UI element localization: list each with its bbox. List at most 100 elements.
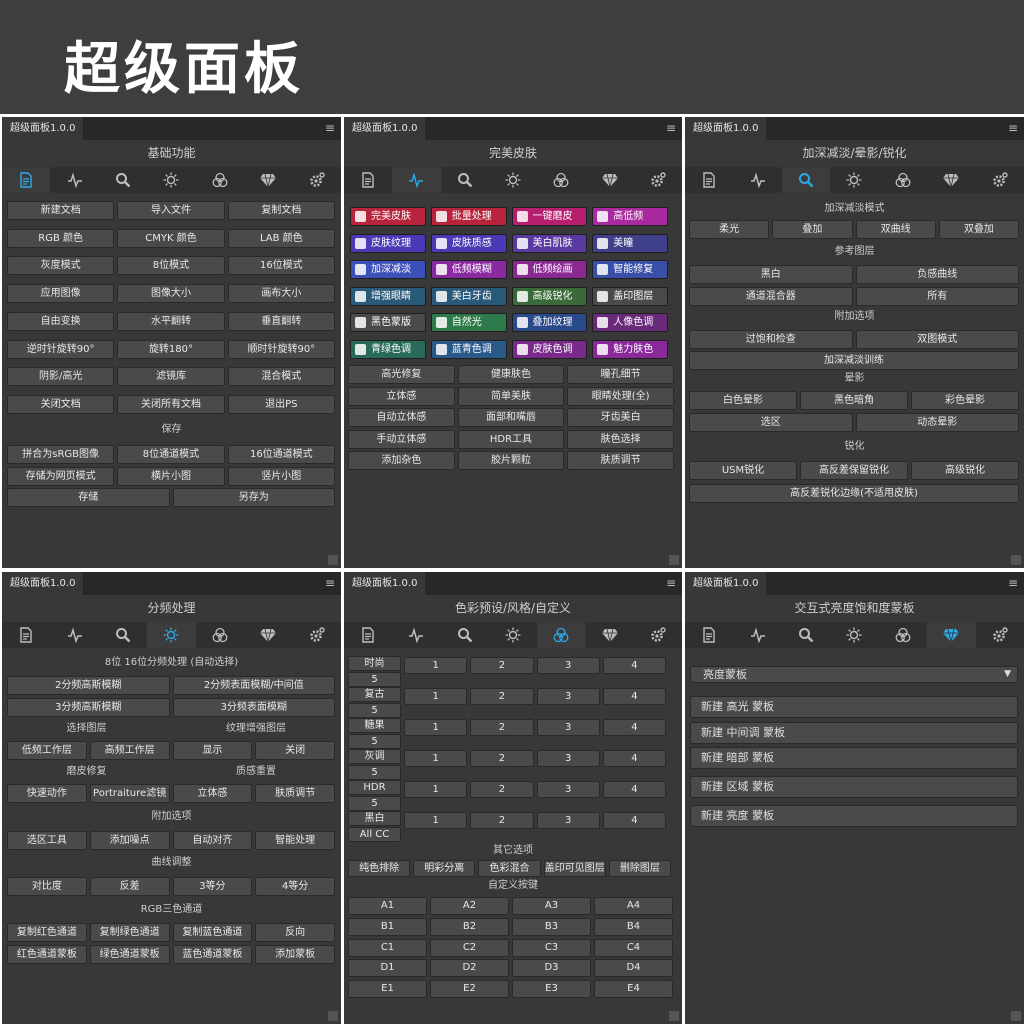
function-button[interactable]: 关闭所有文档 [117,394,225,414]
new-mask-button[interactable]: 新建 亮度 蒙板 [690,805,1018,827]
tab-circles[interactable] [879,167,927,193]
channel-button[interactable]: 蓝色通道蒙板 [172,944,253,964]
extra-button[interactable]: 智能处理 [255,831,335,850]
panel-menu-icon[interactable]: ≡ [325,576,335,590]
tab-circles[interactable] [196,622,244,648]
retouch-button[interactable]: Portraiture滤镜 [89,784,170,803]
custom-key-button[interactable]: C4 [594,938,673,957]
preset-name-button[interactable]: 灰调 [348,749,401,764]
preset-number-button[interactable]: 3 [536,750,600,767]
preset-number-button[interactable]: 3 [536,657,600,674]
function-button[interactable]: 水平翻转 [117,311,225,331]
skin-action-button[interactable]: 魅力肤色 [592,339,668,359]
other-button[interactable]: 盖印可见图层 [543,860,606,877]
tab-pulse[interactable] [733,167,781,193]
panel-menu-icon[interactable]: ≡ [325,121,335,135]
tab-circles[interactable] [537,167,585,193]
store-button[interactable]: 另存为 [172,488,335,507]
preset-number-button[interactable]: 1 [404,688,468,705]
skin-button[interactable]: 手动立体感 [348,429,455,449]
vignette-button[interactable]: 彩色晕影 [911,391,1019,410]
panel-tab[interactable]: 超级面板1.0.0 [2,117,84,140]
panel-tab[interactable]: 超级面板1.0.0 [685,117,767,140]
ref-button[interactable]: 所有 [855,287,1019,306]
tab-sun[interactable] [489,622,537,648]
custom-key-button[interactable]: D4 [594,959,673,978]
tab-document[interactable] [2,622,50,648]
preset-number-button[interactable]: 2 [470,657,534,674]
function-button[interactable]: 新建文档 [7,201,115,220]
curve-button[interactable]: 对比度 [7,877,87,896]
preset-sub-button[interactable]: 5 [348,734,401,749]
preset-number-button[interactable]: 1 [404,719,468,736]
custom-key-button[interactable]: B1 [348,917,427,936]
custom-key-button[interactable]: A1 [348,897,427,915]
tab-gear[interactable] [976,622,1024,648]
skin-action-button[interactable]: 增强眼睛 [350,286,426,306]
custom-key-button[interactable]: E2 [430,980,509,999]
skin-action-button[interactable]: 低频模糊 [430,260,507,279]
sharpen-edge-button[interactable]: 高反差锐化边缘(不适用皮肤) [689,484,1019,503]
preset-sub-button[interactable]: 5 [348,703,401,718]
extra-button[interactable]: 选区工具 [7,831,87,850]
custom-key-button[interactable]: A3 [512,897,591,915]
skin-button[interactable]: 肤质调节 [567,451,674,470]
skin-action-button[interactable]: 美白牙齿 [430,286,507,306]
skin-action-button[interactable]: 皮肤质感 [430,233,507,253]
tab-search[interactable] [441,167,489,193]
store-button[interactable]: 存储 [7,488,170,507]
skin-button[interactable]: 肤色选择 [567,429,674,449]
resize-handle[interactable] [328,1011,338,1021]
tab-sun[interactable] [147,167,195,193]
preset-number-button[interactable]: 1 [404,750,468,767]
extra-button[interactable]: 自动对齐 [172,831,253,850]
function-button[interactable]: 顺时针旋转90° [227,339,335,359]
preset-number-button[interactable]: 4 [602,657,666,674]
function-button[interactable]: 自由变换 [7,311,115,331]
skin-button[interactable]: 高光修复 [348,365,455,384]
tab-sun[interactable] [489,167,537,193]
tab-sun[interactable] [830,167,878,193]
skin-button[interactable]: 添加杂色 [348,451,455,470]
tab-search[interactable] [441,622,489,648]
resize-handle[interactable] [669,1011,679,1021]
custom-key-button[interactable]: A4 [594,897,673,915]
tab-document[interactable] [2,167,51,193]
skin-button[interactable]: 牙齿美白 [567,408,674,427]
function-button[interactable]: 逆时针旋转90° [7,339,115,359]
sharpen-button[interactable]: 高级锐化 [911,461,1019,480]
vignette-button[interactable]: 白色晕影 [689,391,797,410]
tab-gear[interactable] [293,622,341,648]
preset-name-button[interactable]: 复古 [348,687,401,702]
layer-button[interactable]: 关闭 [255,741,335,760]
preset-number-button[interactable]: 3 [536,781,600,798]
panel-menu-icon[interactable]: ≡ [1008,576,1018,590]
skin-action-button[interactable]: 黑色蒙版 [350,313,426,332]
tab-search[interactable] [99,167,147,193]
retouch-button[interactable]: 快速动作 [7,784,87,803]
tab-circles[interactable] [879,622,927,648]
save-button[interactable]: 拼合为sRGB图像 [7,445,115,464]
function-button[interactable]: 灰度模式 [7,256,115,276]
tab-document[interactable] [685,167,733,193]
preset-sub-button[interactable]: 5 [348,796,401,811]
other-button[interactable]: 色彩混合 [478,860,541,877]
preset-number-button[interactable]: 3 [536,812,600,829]
function-button[interactable]: 导入文件 [117,201,225,220]
skin-action-button[interactable]: 自然光 [430,313,507,332]
mode-button[interactable]: 叠加 [772,220,853,239]
new-mask-button[interactable]: 新建 暗部 蒙板 [690,747,1018,769]
skin-button[interactable]: 胶片颗粒 [457,451,565,470]
function-button[interactable]: 混合模式 [227,367,335,387]
tab-search[interactable] [781,167,831,193]
skin-action-button[interactable]: 皮肤纹理 [350,233,426,253]
channel-button[interactable]: 添加蒙板 [255,944,335,964]
tab-diamond[interactable] [585,167,633,193]
ref-button[interactable]: 负感曲线 [855,265,1019,284]
tab-diamond[interactable] [927,622,976,648]
preset-sub-button[interactable]: 5 [348,672,401,687]
function-button[interactable]: 退出PS [227,394,335,414]
function-button[interactable]: 滤镜库 [117,367,225,387]
new-mask-button[interactable]: 新建 高光 蒙板 [690,696,1018,718]
separation-button[interactable]: 3分频高斯模糊 [7,697,170,717]
